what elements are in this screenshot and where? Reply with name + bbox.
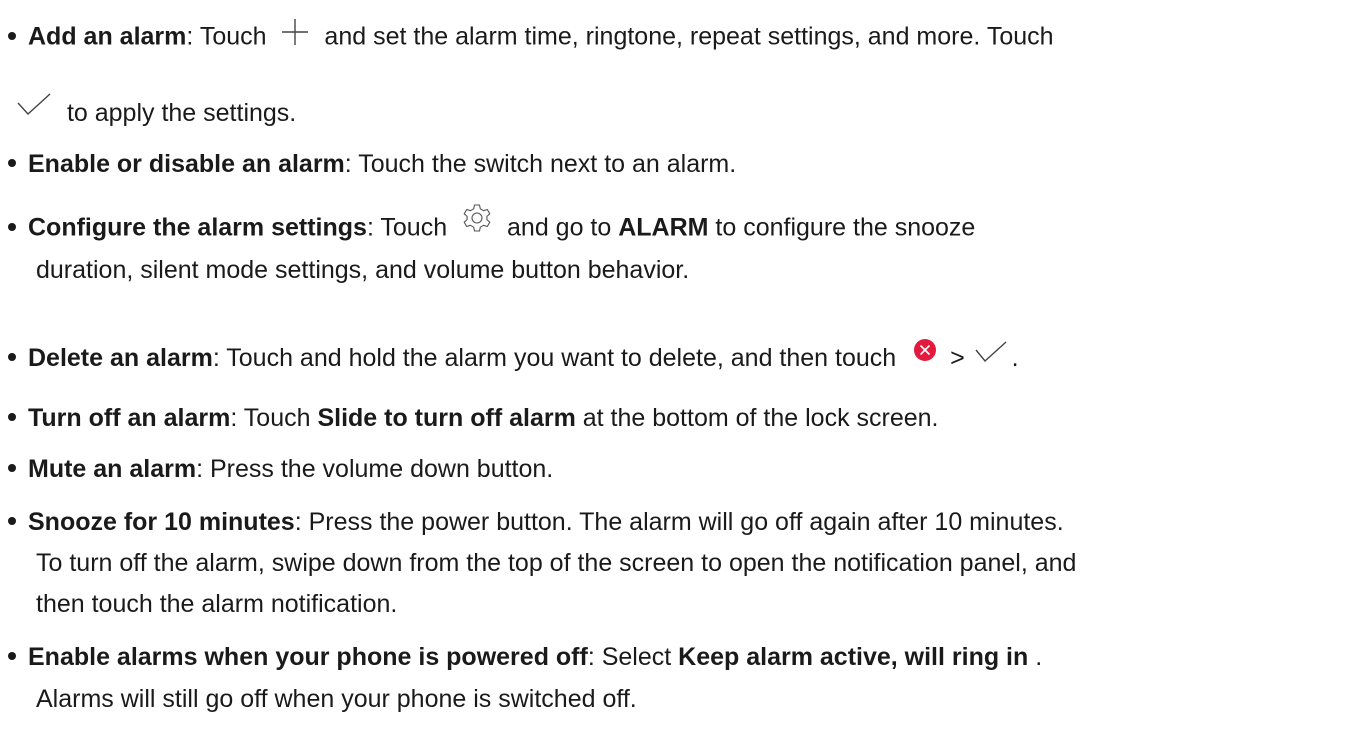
bullet [8,464,16,473]
gear-icon [462,203,492,239]
item-term: Configure the alarm settings [28,213,367,242]
item-term: Add an alarm [28,22,187,51]
item-term: Turn off an alarm [28,404,231,432]
bullet [8,159,16,168]
bullet [8,32,16,40]
bullet [8,223,16,231]
item-term: Snooze for 10 minutes [28,508,295,536]
bullet [8,652,16,661]
item-term: Enable or disable an alarm [28,150,345,178]
bullet [8,413,16,422]
check-icon [16,93,52,123]
item-term: Delete an alarm [28,344,213,372]
plus-icon [281,18,309,52]
item-term: Mute an alarm [28,455,197,483]
item-term: Enable alarms when your phone is powered… [28,643,588,671]
bullet [8,353,16,362]
delete-x-icon [913,338,937,368]
check-icon [974,341,1008,369]
bullet [8,517,16,526]
